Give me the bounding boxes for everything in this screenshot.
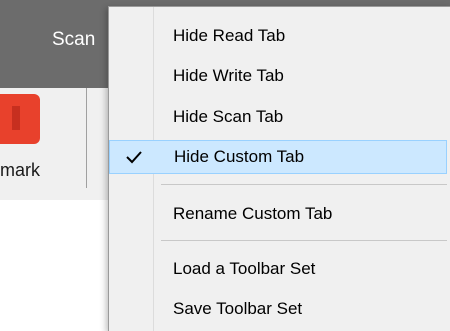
- menu-item-hide-scan-tab[interactable]: Hide Scan Tab: [109, 100, 447, 134]
- menu-item-hide-read-tab[interactable]: Hide Read Tab: [109, 19, 447, 53]
- bookmark-icon[interactable]: [0, 94, 40, 144]
- menu-item-label: Save Toolbar Set: [173, 299, 303, 318]
- menu-item-label: Hide Read Tab: [173, 26, 286, 45]
- menu-item-hide-write-tab[interactable]: Hide Write Tab: [109, 59, 447, 93]
- menu-item-label: Rename Custom Tab: [173, 204, 333, 223]
- app-window: Scan mark: [0, 0, 110, 330]
- menu-item-label: Hide Write Tab: [173, 66, 284, 85]
- menu-item-label: Hide Scan Tab: [173, 107, 284, 126]
- menu-item-load-toolbar-set[interactable]: Load a Toolbar Set: [109, 252, 447, 286]
- menu-item-hide-custom-tab[interactable]: Hide Custom Tab: [109, 140, 447, 174]
- tab-scan[interactable]: Scan: [52, 29, 95, 51]
- menu-separator: [161, 184, 447, 185]
- ribbon-tab-strip: Scan: [0, 0, 110, 88]
- menu-item-label: Hide Custom Tab: [174, 147, 305, 166]
- menu-separator: [161, 240, 447, 241]
- menu-item-rename-custom-tab[interactable]: Rename Custom Tab: [109, 197, 447, 231]
- menu-item-save-toolbar-set[interactable]: Save Toolbar Set: [109, 292, 447, 326]
- context-menu: Hide Read Tab Hide Write Tab Hide Scan T…: [108, 6, 450, 331]
- ribbon-separator: [86, 88, 87, 188]
- checkmark-icon: [126, 151, 142, 164]
- menu-item-label: Load a Toolbar Set: [173, 259, 316, 278]
- bookmark-button-label[interactable]: mark: [0, 160, 40, 181]
- ribbon-background: [0, 200, 110, 330]
